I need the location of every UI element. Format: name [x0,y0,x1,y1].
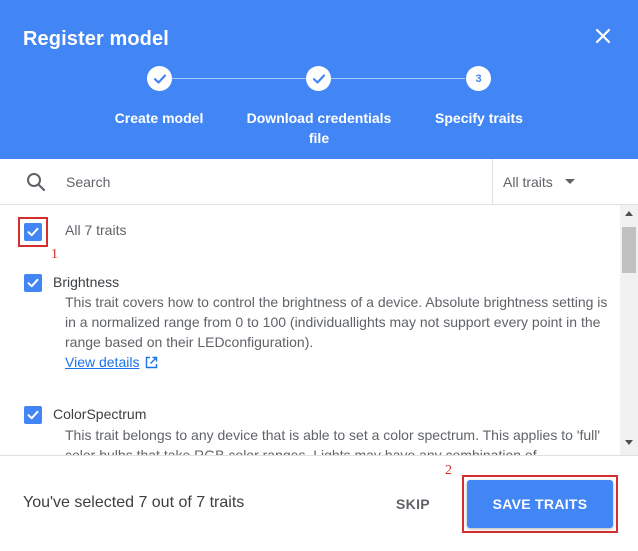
colorspectrum-checkbox[interactable] [24,406,42,424]
selection-status-text: You've selected 7 out of 7 traits [23,494,245,511]
step-2-label-line2: file [308,130,330,146]
scroll-up-arrow-icon[interactable] [625,211,633,216]
stepper-connector [172,78,306,79]
traits-list: All 7 traits 1 Brightness This trait cov… [0,205,620,455]
scroll-down-arrow-icon[interactable] [625,440,633,445]
annotation-number-2: 2 [445,463,452,478]
step-2-label: Download credentials file [239,108,399,148]
step-2-check-icon [306,66,331,91]
colorspectrum-description: This trait belongs to any device that is… [65,425,615,455]
dialog-footer: You've selected 7 out of 7 traits SKIP 2… [0,455,638,551]
search-icon [25,171,47,193]
step-3-number-text: 3 [475,72,482,85]
brightness-title: Brightness [53,274,120,290]
colorspectrum-desc-line: This trait belongs to any device that is… [65,427,601,443]
step-1-check-icon [147,66,172,91]
stepper-connector [331,78,465,79]
step-3-label: Specify traits [435,110,523,126]
scroll-thumb[interactable] [622,227,636,273]
external-link-icon [146,356,158,368]
dialog-header: Register model 3 Create model Download c… [0,0,638,159]
chevron-down-icon [564,179,575,184]
dialog-title: Register model [23,28,169,50]
view-details-label: View details [65,354,140,370]
skip-button[interactable]: SKIP [386,488,440,520]
brightness-desc-line: This trait covers how to control the bri… [65,294,608,310]
traits-filter-value: All traits [503,173,553,190]
colorspectrum-desc-line: color bulbs that take RGB color ranges. … [65,447,537,455]
annotation-number-1: 1 [51,247,58,262]
brightness-desc-line: in a normalized range from 0 to 100 (ind… [65,314,601,330]
brightness-description: This trait covers how to control the bri… [65,292,615,352]
select-all-label: All 7 traits [65,222,127,238]
select-all-checkbox[interactable] [24,223,42,241]
brightness-desc-line: range based on their LEDconfiguration). [65,334,314,350]
search-input[interactable] [66,169,466,195]
colorspectrum-title: ColorSpectrum [53,406,147,422]
brightness-checkbox[interactable] [24,274,42,292]
search-divider [492,159,493,204]
step-3-number: 3 [466,66,491,91]
list-scrollbar[interactable] [620,205,638,455]
step-2-label-line1: Download credentials [246,110,392,126]
traits-filter-dropdown[interactable]: All traits [503,159,575,204]
brightness-view-details-link[interactable]: View details [65,354,158,370]
close-icon[interactable] [591,24,615,48]
search-bar: All traits [0,159,638,205]
save-traits-button[interactable]: SAVE TRAITS [467,480,613,528]
step-1-label: Create model [114,110,204,126]
